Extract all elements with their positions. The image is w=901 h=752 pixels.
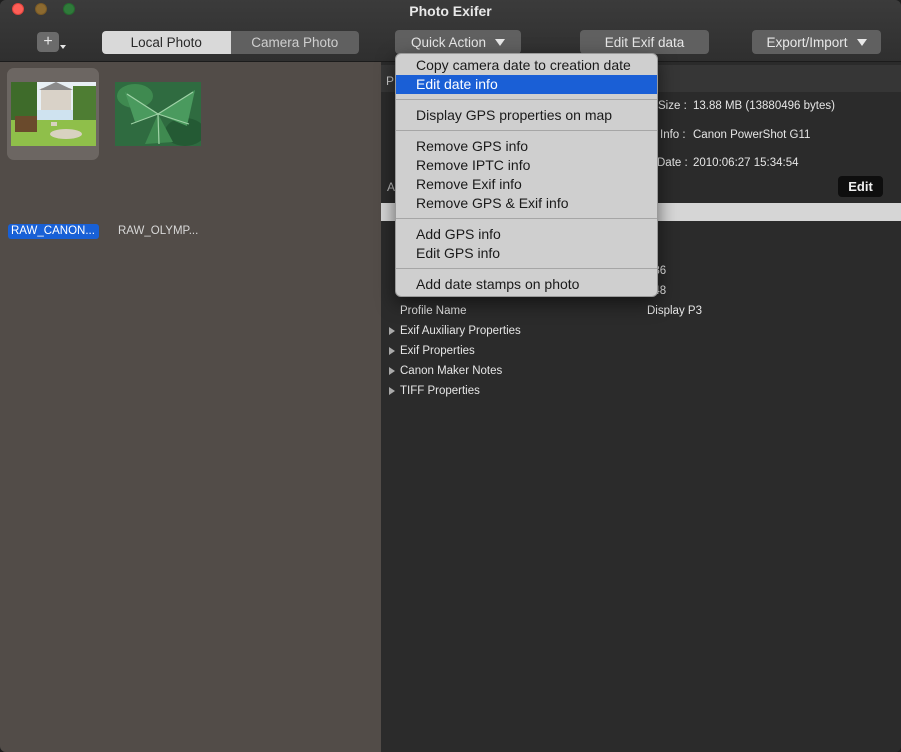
tab-camera-photo[interactable]: Camera Photo [230,31,359,54]
export-import-label: Export/Import [766,34,848,50]
plus-icon: + [43,33,53,50]
menu-separator [396,99,657,100]
chevron-down-icon [495,38,506,46]
group-exif-auxiliary[interactable]: Exif Auxiliary Properties [400,325,521,337]
menu-item-edit-gps[interactable]: Edit GPS info [396,244,657,263]
menu-item-add-date-stamps[interactable]: Add date stamps on photo [396,275,657,294]
profile-name-value: Display P3 [647,305,702,317]
menu-item-add-gps[interactable]: Add GPS info [396,225,657,244]
photo-thumbnail-garden [11,82,96,146]
file-size-value: 13.88 MB (13880496 bytes) [693,100,835,112]
menu-item-remove-exif[interactable]: Remove Exif info [396,175,657,194]
group-exif-properties[interactable]: Exif Properties [400,345,475,357]
date-key: Date : [657,157,688,169]
edit-exif-label: Edit Exif data [604,34,685,50]
photo-item-selected[interactable] [7,68,99,160]
menu-separator [396,218,657,219]
menu-item-remove-iptc[interactable]: Remove IPTC info [396,156,657,175]
menu-separator [396,130,657,131]
menu-item-edit-date-info[interactable]: Edit date info [396,75,657,94]
source-segmented-control: Local Photo Camera Photo [102,31,359,54]
chevron-down-icon [856,38,867,46]
menu-item-copy-camera-date[interactable]: Copy camera date to creation date [396,56,657,75]
date-value: 2010:06:27 15:34:54 [693,157,799,169]
menu-separator [396,268,657,269]
disclosure-triangle-icon[interactable] [389,387,395,395]
tab-local-photo[interactable]: Local Photo [102,31,231,54]
photo-label-selected[interactable]: RAW_CANON... [8,224,99,239]
group-canon-maker-notes[interactable]: Canon Maker Notes [400,365,502,377]
edit-exif-button[interactable]: Edit Exif data [580,30,709,54]
disclosure-triangle-icon[interactable] [389,327,395,335]
attributes-header: A [387,180,396,194]
group-tiff-properties[interactable]: TIFF Properties [400,385,480,397]
camera-info-value: Canon PowerShot G11 [693,129,811,141]
edit-properties-button[interactable]: Edit [838,176,883,197]
disclosure-triangle-icon[interactable] [389,367,395,375]
add-button[interactable]: + [37,32,59,52]
photo-thumbnail-leaf[interactable] [115,82,201,146]
quick-action-label: Quick Action [410,34,487,50]
menu-item-remove-gps-exif[interactable]: Remove GPS & Exif info [396,194,657,213]
profile-name-key: Profile Name [400,305,467,317]
quick-action-menu: Copy camera date to creation date Edit d… [395,53,658,297]
window-title: Photo Exifer [409,3,492,19]
camera-info-key: Info : [660,129,686,141]
menu-item-remove-gps[interactable]: Remove GPS info [396,137,657,156]
file-size-key: Size : [658,100,687,112]
disclosure-triangle-icon[interactable] [389,347,395,355]
photo-grid: RAW_CANON... RAW_OLYMP... [0,62,381,752]
add-menu-caret-icon[interactable] [60,45,66,49]
menu-item-display-gps-map[interactable]: Display GPS properties on map [396,106,657,125]
photo-label[interactable]: RAW_OLYMP... [115,224,201,239]
properties-header-label: P [386,74,395,88]
app-window: Photo Exifer + Local Photo Camera Photo … [0,0,901,752]
export-import-button[interactable]: Export/Import [752,30,881,54]
quick-action-button[interactable]: Quick Action [395,30,521,54]
